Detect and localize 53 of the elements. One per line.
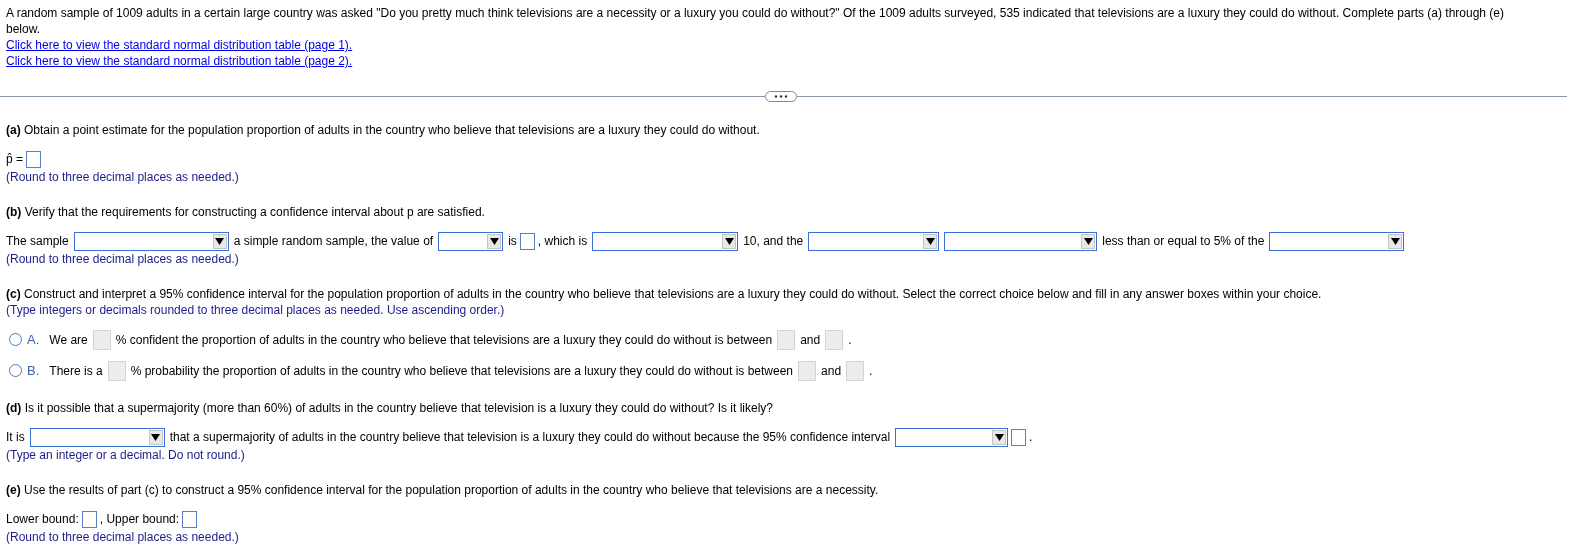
dropdown-arrow-icon [1083,236,1093,246]
answer-text: It is [6,430,25,444]
answer-text: , Upper bound: [99,512,180,526]
dropdown-arrow-icon [489,236,499,246]
ellipsis-icon [774,94,788,98]
answer-box[interactable] [519,232,535,250]
answer-text: . [1029,430,1033,444]
answer-box[interactable] [81,510,97,528]
answer-text: that a supermajority of adults in the country believe that television is a luxury they could do without because the 95% confidence interval [169,430,891,444]
answer-box[interactable] [182,510,198,528]
hint-text: (Round to three decimal places as needed.) [6,169,240,185]
choice-letter: A. [27,332,40,347]
choice-letter: B. [27,363,40,378]
answer-text: We are [49,332,88,347]
answer-text: and [821,363,842,378]
answer-text: % confident the proportion of adults in the country who believe that televisions are a luxury they could do without is between [115,332,773,347]
answer-text: a simple random sample, the value of [233,234,434,248]
question-text: (d) Is it possible that a supermajority (more than 60%) of adults in the country believe that television is a luxury they could do without? Is it likely? [6,400,775,416]
answer-text: 10, and the [743,234,804,248]
more-button[interactable] [765,90,797,102]
answer-text: less than or equal to 5% of the [1102,234,1265,248]
answer-text: The sample [6,234,69,248]
answer-text: . [869,363,873,378]
answer-text: and [800,332,821,347]
answer-text: . [848,332,852,347]
dropdown[interactable] [438,231,504,251]
question-text: (c) Construct and interpret a 95% confidence interval for the population proportion of adults in the country who believe that televisions are a luxury they could do without. Select the correct choice below and fill in any answer boxes within your choice. [6,286,1323,302]
answer-text: , which is [537,234,588,248]
radio-button[interactable] [9,364,22,377]
answer-text: There is a [49,363,103,378]
question-text: (e) Use the results of part (c) to construct a 95% confidence interval for the population proportion of adults in the country who believe that televisions are a necessity. [6,482,880,498]
hint-text: (Round to three decimal places as needed.) [6,251,240,267]
hint-text: (Type integers or decimals rounded to three decimal places as needed. Use ascending order.) [6,302,506,318]
hint-text: (Type an integer or a decimal. Do not round.) [6,447,246,463]
answer-text: % probability the proportion of adults in the country who believe that televisions are a luxury they could do without is between [130,363,794,378]
dropdown-arrow-icon [151,432,161,442]
answer-text: p̂ = [6,152,23,166]
table-link[interactable]: Click here to view the standard normal distribution table (page 2). [6,53,353,69]
dropdown-arrow-icon [1390,236,1400,246]
answer-box[interactable] [26,150,41,168]
dropdown-arrow-icon [724,236,734,246]
radio-button[interactable] [9,333,22,346]
dropdown-arrow-icon [215,236,225,246]
question-text: (a) Obtain a point estimate for the population proportion of adults in the country who believe that televisions are a luxury they could do without. [6,122,761,138]
hint-text: (Round to three decimal places as needed.) [6,529,240,545]
table-link[interactable]: Click here to view the standard normal distribution table (page 1). [6,37,353,53]
answer-text: Lower bound: [6,512,79,526]
dropdown-arrow-icon [925,236,935,246]
problem-text: A random sample of 1009 adults in a certain large country was asked "Do you pretty much think televisions are a necessity or a luxury you could do without?" Of the 1009 adults surveyed, 535 indicated that televisions are a luxury they could do without. Complete parts (a) through (e) below. [6,5,1505,37]
answer-text: is [508,234,517,248]
answer-box[interactable] [1011,428,1027,446]
question-text: (b) Verify that the requirements for constructing a confidence interval about p are satisfied. [6,204,486,220]
dropdown-arrow-icon [994,432,1004,442]
